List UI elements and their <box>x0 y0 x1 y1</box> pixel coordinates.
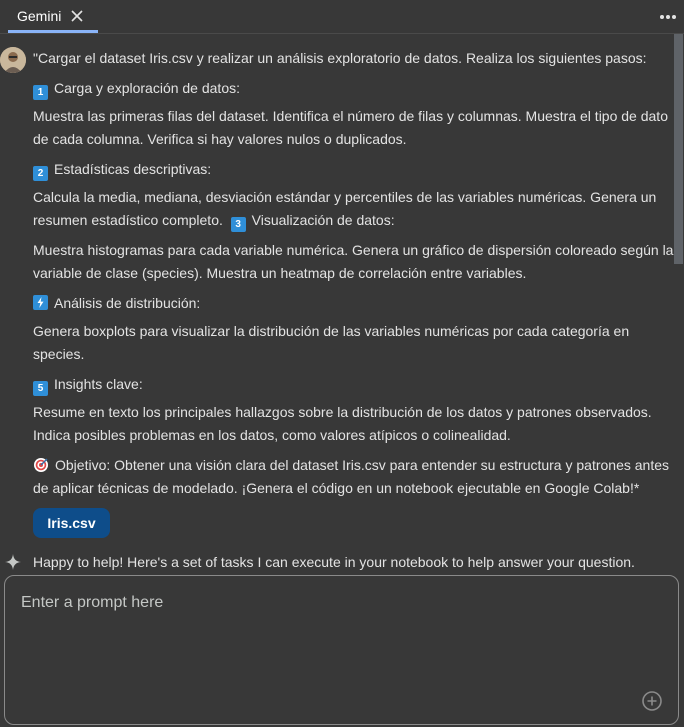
step-1-line-2: de cada columna. Verifica si hay valores… <box>33 131 407 147</box>
close-icon[interactable] <box>70 9 84 23</box>
step-4-line-2: species. <box>33 346 85 362</box>
step-5-heading: 5 Insights clave: <box>33 373 143 396</box>
keycap-1-icon: 1 <box>33 85 48 100</box>
tab-gemini[interactable]: Gemini <box>0 0 98 33</box>
tab-active-indicator <box>8 30 98 33</box>
step-1-line-1: Muestra las primeras filas del dataset. … <box>33 108 668 124</box>
step-5-line-1: Resume en texto los principales hallazgo… <box>33 404 652 420</box>
gemini-panel: Gemini "Cargar el dataset Iris.csv y rea… <box>0 0 684 727</box>
gemini-sparkle-icon <box>5 554 21 570</box>
step-2-line-1: Calcula la media, mediana, desviación es… <box>33 189 657 205</box>
step-4-heading: Análisis de distribución: <box>33 292 200 314</box>
step-5-line-2: Indica posibles problemas en los datos, … <box>33 427 511 443</box>
more-options-icon[interactable] <box>658 8 678 26</box>
step-4-title: Análisis de distribución: <box>54 295 201 311</box>
step-5-title: Insights clave: <box>54 376 143 392</box>
step-2-line-2-row: resumen estadístico completo. 3 Visualiza… <box>33 209 395 232</box>
step-1-title: Carga y exploración de datos: <box>54 80 240 96</box>
step-1-heading: 1 Carga y exploración de datos: <box>33 77 240 100</box>
keycap-3-icon: 3 <box>230 217 246 232</box>
step-2-heading: 2 Estadísticas descriptivas: <box>33 158 211 181</box>
tab-title: Gemini <box>17 8 62 24</box>
target-icon <box>34 458 48 472</box>
keycap-2-icon: 2 <box>33 166 48 181</box>
prompt-input[interactable] <box>21 594 621 612</box>
chat-history: "Cargar el dataset Iris.csv y realizar u… <box>0 34 684 572</box>
step-3-line-1: Muestra histogramas para cada variable n… <box>33 242 674 258</box>
message-intro: "Cargar el dataset Iris.csv y realizar u… <box>33 50 647 66</box>
step-4-line-1: Genera boxplots para visualizar la distr… <box>33 323 630 339</box>
keycap-5-icon: 5 <box>33 381 48 396</box>
keycap-4-icon <box>33 295 48 310</box>
step-3-line-2: variable de clase (species). Muestra un … <box>33 265 527 281</box>
tab-bar: Gemini <box>0 0 684 34</box>
user-avatar <box>0 47 26 73</box>
prompt-box <box>4 575 679 725</box>
add-circle-icon[interactable] <box>641 690 663 712</box>
step-3-title: Visualización de datos: <box>251 212 395 228</box>
attachment-chip[interactable]: Iris.csv <box>33 508 110 538</box>
step-2-line-2: resumen estadístico completo. <box>33 212 223 228</box>
objective-line-1-row: Objetivo: Obtener una visión clara del d… <box>33 454 669 476</box>
objective-line-1: Objetivo: Obtener una visión clara del d… <box>55 457 669 473</box>
objective-line-2: de aplicar técnicas de modelado. ¡Genera… <box>33 480 640 496</box>
step-2-title: Estadísticas descriptivas: <box>54 161 212 177</box>
gemini-reply: Happy to help! Here's a set of tasks I c… <box>33 554 635 570</box>
